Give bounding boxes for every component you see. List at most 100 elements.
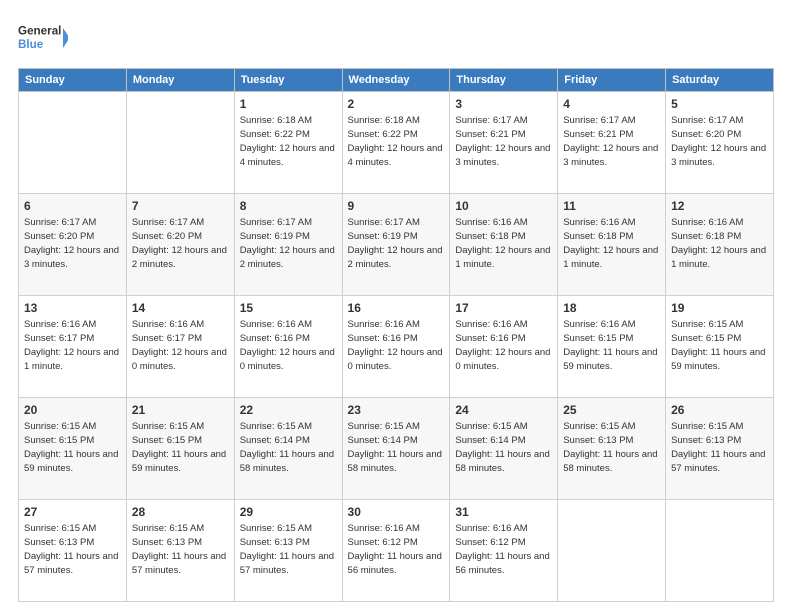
col-header-saturday: Saturday [666,69,774,92]
day-number: 16 [348,300,445,317]
day-number: 20 [24,402,121,419]
day-info: Sunrise: 6:16 AM Sunset: 6:18 PM Dayligh… [671,216,768,271]
day-number: 26 [671,402,768,419]
day-cell: 3Sunrise: 6:17 AM Sunset: 6:21 PM Daylig… [450,92,558,194]
day-number: 25 [563,402,660,419]
day-info: Sunrise: 6:15 AM Sunset: 6:14 PM Dayligh… [240,420,337,475]
day-cell: 16Sunrise: 6:16 AM Sunset: 6:16 PM Dayli… [342,296,450,398]
week-row-2: 6Sunrise: 6:17 AM Sunset: 6:20 PM Daylig… [19,194,774,296]
svg-text:Blue: Blue [18,38,44,51]
day-info: Sunrise: 6:15 AM Sunset: 6:13 PM Dayligh… [240,522,337,577]
day-cell: 5Sunrise: 6:17 AM Sunset: 6:20 PM Daylig… [666,92,774,194]
day-number: 21 [132,402,229,419]
calendar-header: SundayMondayTuesdayWednesdayThursdayFrid… [19,69,774,92]
day-number: 31 [455,504,552,521]
day-info: Sunrise: 6:16 AM Sunset: 6:18 PM Dayligh… [455,216,552,271]
col-header-sunday: Sunday [19,69,127,92]
day-cell: 22Sunrise: 6:15 AM Sunset: 6:14 PM Dayli… [234,398,342,500]
day-cell [558,500,666,602]
day-info: Sunrise: 6:15 AM Sunset: 6:15 PM Dayligh… [671,318,768,373]
day-cell [126,92,234,194]
day-info: Sunrise: 6:15 AM Sunset: 6:13 PM Dayligh… [671,420,768,475]
day-info: Sunrise: 6:16 AM Sunset: 6:17 PM Dayligh… [132,318,229,373]
day-cell: 12Sunrise: 6:16 AM Sunset: 6:18 PM Dayli… [666,194,774,296]
day-info: Sunrise: 6:17 AM Sunset: 6:20 PM Dayligh… [24,216,121,271]
day-info: Sunrise: 6:16 AM Sunset: 6:12 PM Dayligh… [348,522,445,577]
day-cell: 11Sunrise: 6:16 AM Sunset: 6:18 PM Dayli… [558,194,666,296]
day-number: 27 [24,504,121,521]
day-number: 9 [348,198,445,215]
day-info: Sunrise: 6:15 AM Sunset: 6:13 PM Dayligh… [563,420,660,475]
day-cell: 29Sunrise: 6:15 AM Sunset: 6:13 PM Dayli… [234,500,342,602]
day-info: Sunrise: 6:15 AM Sunset: 6:15 PM Dayligh… [24,420,121,475]
day-number: 14 [132,300,229,317]
day-cell [19,92,127,194]
day-number: 19 [671,300,768,317]
header-row: SundayMondayTuesdayWednesdayThursdayFrid… [19,69,774,92]
day-cell: 19Sunrise: 6:15 AM Sunset: 6:15 PM Dayli… [666,296,774,398]
col-header-monday: Monday [126,69,234,92]
day-number: 4 [563,96,660,113]
day-cell: 25Sunrise: 6:15 AM Sunset: 6:13 PM Dayli… [558,398,666,500]
day-cell: 15Sunrise: 6:16 AM Sunset: 6:16 PM Dayli… [234,296,342,398]
logo: General Blue [18,18,68,58]
day-cell: 27Sunrise: 6:15 AM Sunset: 6:13 PM Dayli… [19,500,127,602]
day-number: 11 [563,198,660,215]
day-cell: 31Sunrise: 6:16 AM Sunset: 6:12 PM Dayli… [450,500,558,602]
day-number: 12 [671,198,768,215]
logo-svg: General Blue [18,18,68,58]
week-row-3: 13 Sunrise: 6:16 AM Sunset: 6:17 PM Dayli… [19,296,774,398]
day-cell: 4Sunrise: 6:17 AM Sunset: 6:21 PM Daylig… [558,92,666,194]
day-number: 5 [671,96,768,113]
day-number: 2 [348,96,445,113]
day-cell: 2Sunrise: 6:18 AM Sunset: 6:22 PM Daylig… [342,92,450,194]
day-number: 13 [24,300,121,317]
day-info: Sunrise: 6:18 AM Sunset: 6:22 PM Dayligh… [240,114,337,169]
day-info: Sunrise: 6:16 AM Sunset: 6:16 PM Dayligh… [348,318,445,373]
day-cell: 1Sunrise: 6:18 AM Sunset: 6:22 PM Daylig… [234,92,342,194]
day-info: Sunrise: 6:17 AM Sunset: 6:20 PM Dayligh… [132,216,229,271]
day-info: Sunrise: 6:15 AM Sunset: 6:13 PM Dayligh… [132,522,229,577]
day-number: 28 [132,504,229,521]
day-cell: 8Sunrise: 6:17 AM Sunset: 6:19 PM Daylig… [234,194,342,296]
day-number: 6 [24,198,121,215]
day-cell: 23Sunrise: 6:15 AM Sunset: 6:14 PM Dayli… [342,398,450,500]
day-info: Sunrise: 6:16 AM Sunset: 6:18 PM Dayligh… [563,216,660,271]
col-header-wednesday: Wednesday [342,69,450,92]
col-header-tuesday: Tuesday [234,69,342,92]
day-cell: 13Sunrise: 6:16 AM Sunset: 6:17 PM Dayli… [19,296,127,398]
day-cell: 7Sunrise: 6:17 AM Sunset: 6:20 PM Daylig… [126,194,234,296]
day-number: 29 [240,504,337,521]
day-number: 8 [240,198,337,215]
svg-text:General: General [18,25,61,38]
day-cell: 17Sunrise: 6:16 AM Sunset: 6:16 PM Dayli… [450,296,558,398]
day-info: Sunrise: 6:16 AM Sunset: 6:12 PM Dayligh… [455,522,552,577]
day-number: 18 [563,300,660,317]
day-number: 17 [455,300,552,317]
day-info: Sunrise: 6:16 AM Sunset: 6:16 PM Dayligh… [240,318,337,373]
week-row-1: 1Sunrise: 6:18 AM Sunset: 6:22 PM Daylig… [19,92,774,194]
day-cell: 28Sunrise: 6:15 AM Sunset: 6:13 PM Dayli… [126,500,234,602]
day-number: 10 [455,198,552,215]
day-cell: 6Sunrise: 6:17 AM Sunset: 6:20 PM Daylig… [19,194,127,296]
week-row-4: 20Sunrise: 6:15 AM Sunset: 6:15 PM Dayli… [19,398,774,500]
day-number: 7 [132,198,229,215]
day-info: Sunrise: 6:15 AM Sunset: 6:14 PM Dayligh… [455,420,552,475]
day-info: Sunrise: 6:15 AM Sunset: 6:13 PM Dayligh… [24,522,121,577]
day-number: 24 [455,402,552,419]
day-number: 1 [240,96,337,113]
calendar-body: 1Sunrise: 6:18 AM Sunset: 6:22 PM Daylig… [19,92,774,602]
day-number: 3 [455,96,552,113]
day-cell: 20Sunrise: 6:15 AM Sunset: 6:15 PM Dayli… [19,398,127,500]
day-cell: 18Sunrise: 6:16 AM Sunset: 6:15 PM Dayli… [558,296,666,398]
day-cell: 24Sunrise: 6:15 AM Sunset: 6:14 PM Dayli… [450,398,558,500]
header: General Blue [18,18,774,58]
day-cell: 26Sunrise: 6:15 AM Sunset: 6:13 PM Dayli… [666,398,774,500]
day-cell [666,500,774,602]
day-number: 15 [240,300,337,317]
day-info: Sunrise: 6:18 AM Sunset: 6:22 PM Dayligh… [348,114,445,169]
day-info: Sunrise: 6:15 AM Sunset: 6:15 PM Dayligh… [132,420,229,475]
day-cell: 10Sunrise: 6:16 AM Sunset: 6:18 PM Dayli… [450,194,558,296]
day-number: 22 [240,402,337,419]
calendar: SundayMondayTuesdayWednesdayThursdayFrid… [18,68,774,602]
